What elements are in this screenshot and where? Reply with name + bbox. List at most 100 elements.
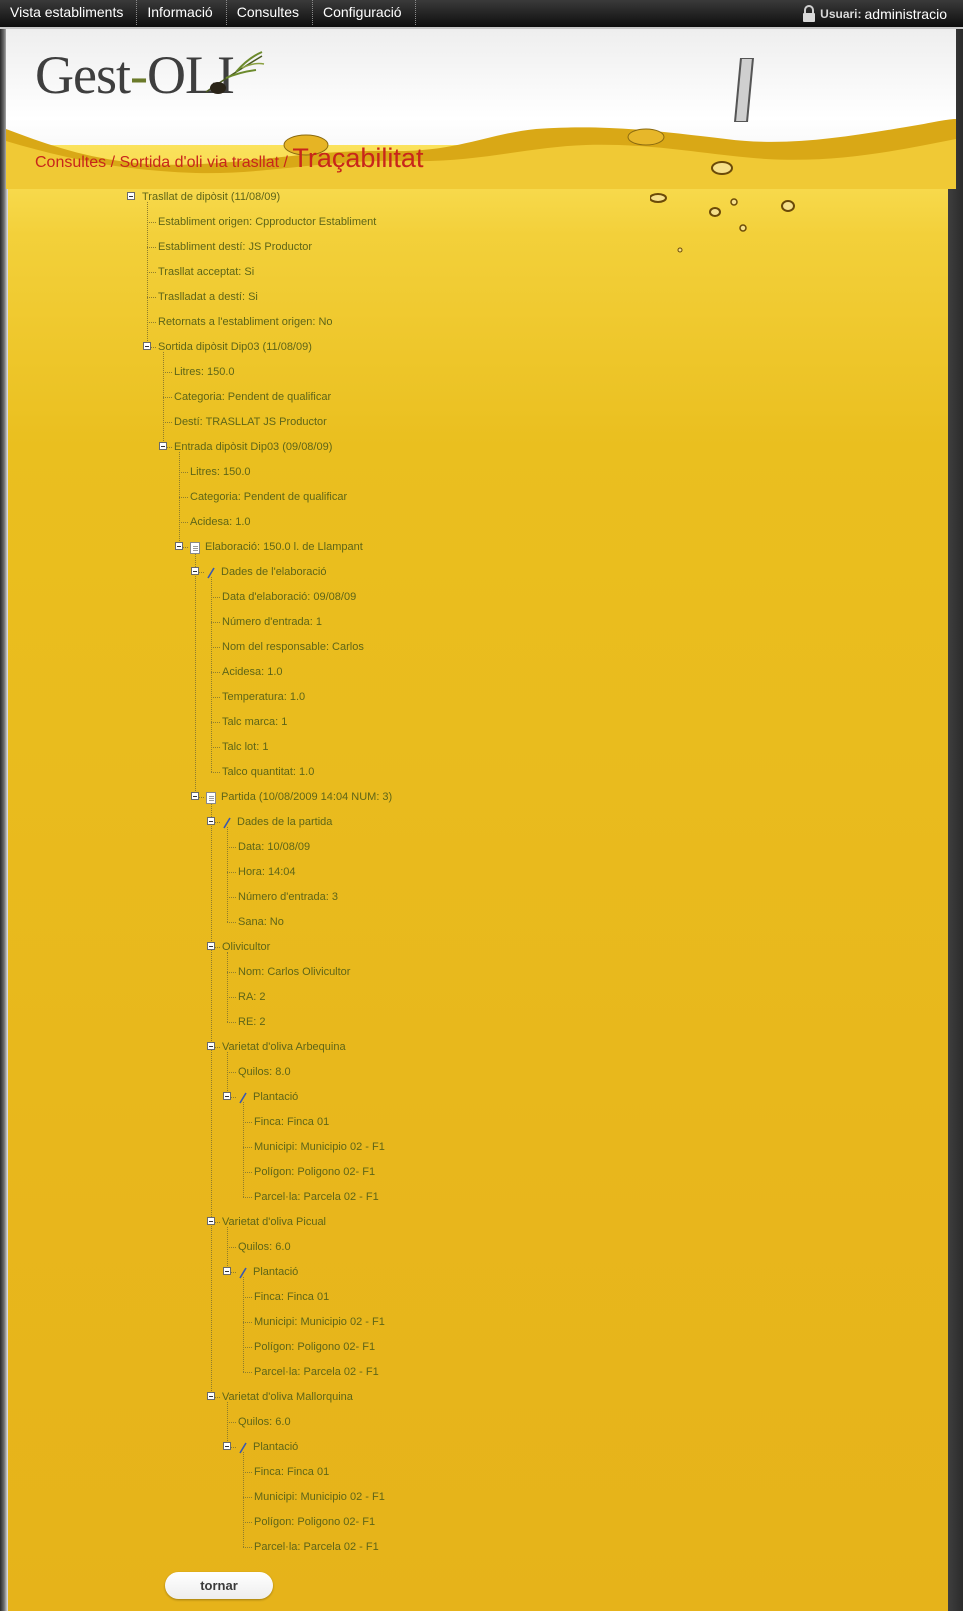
collapse-toggle-icon[interactable] <box>175 542 183 550</box>
collapse-toggle-icon[interactable] <box>223 1442 231 1450</box>
tree-branch[interactable]: Entrada dipòsit Dip03 (09/08/09) <box>174 439 332 455</box>
tree-branch[interactable]: Plantació <box>253 1264 298 1280</box>
tree-connector <box>243 1497 252 1498</box>
tree-branch[interactable]: Trasllat de dipòsit (11/08/09) <box>142 189 280 205</box>
tree-connector <box>211 697 220 698</box>
tree-leaf: Municipi: Municipio 02 - F1 <box>254 1491 385 1503</box>
breadcrumb-path[interactable]: Consultes / Sortida d'oli via trasllat / <box>35 154 288 171</box>
tree-guide <box>211 802 212 1397</box>
tree-connector <box>147 222 156 223</box>
pencil-icon <box>239 1442 247 1454</box>
collapse-toggle-icon[interactable] <box>159 442 167 450</box>
user-info: Usuari: administracio <box>801 0 947 27</box>
tree-branch[interactable]: Varietat d'oliva Picual <box>222 1214 326 1230</box>
tree-leaf: Litres: 150.0 <box>174 366 235 378</box>
tree-branch[interactable]: Dades de l'elaboració <box>221 564 326 580</box>
tree-leaf: Destí: TRASLLAT JS Productor <box>174 416 327 428</box>
tree-connector <box>243 1147 252 1148</box>
tree-leaf: Nom: Carlos Olivicultor <box>238 966 351 978</box>
tree-leaf: Sana: No <box>238 916 284 928</box>
tree-leaf: Data d'elaboració: 09/08/09 <box>222 591 357 603</box>
tree-leaf: Nom del responsable: Carlos <box>222 641 364 653</box>
collapse-toggle-icon[interactable] <box>207 1392 215 1400</box>
collapse-toggle-icon[interactable] <box>143 342 151 350</box>
menu-consultes[interactable]: Consultes <box>227 0 313 25</box>
menu-configuracio[interactable]: Configuració <box>313 0 416 25</box>
tree-connector <box>243 1472 252 1473</box>
tree-connector <box>243 1522 252 1523</box>
tree-branch[interactable]: Plantació <box>253 1089 298 1105</box>
tree-connector <box>211 722 220 723</box>
tree-connector <box>243 1197 252 1198</box>
user-name[interactable]: administracio <box>865 6 947 22</box>
tree-leaf: Trasllat acceptat: Si <box>158 266 255 278</box>
tree-guide <box>243 1452 244 1547</box>
tree-guide <box>195 552 196 797</box>
tree-branch[interactable]: Olivicultor <box>222 939 270 955</box>
tree-connector <box>147 272 156 273</box>
tree-branch[interactable]: Dades de la partida <box>237 814 332 830</box>
collapse-toggle-icon[interactable] <box>207 1217 215 1225</box>
tree-branch[interactable]: Partida (10/08/2009 14:04 NUM: 3) <box>221 789 392 805</box>
tree-leaf: Talco quantitat: 1.0 <box>222 766 315 778</box>
document-icon <box>190 542 200 554</box>
collapse-toggle-icon[interactable] <box>223 1267 231 1275</box>
tree-connector <box>227 872 236 873</box>
tree-connector <box>179 522 188 523</box>
tree-connector <box>211 622 220 623</box>
olive-branch-icon <box>205 51 265 94</box>
tree-guide <box>227 827 228 922</box>
tree-leaf: Quilos: 6.0 <box>238 1241 291 1253</box>
tree-connector <box>179 497 188 498</box>
tree-connector <box>227 1022 236 1023</box>
tree-branch[interactable]: Plantació <box>253 1439 298 1455</box>
tree-connector <box>243 1172 252 1173</box>
oil-background <box>8 145 948 1611</box>
tree-leaf: Categoria: Pendent de qualificar <box>174 391 332 403</box>
tree-connector <box>211 647 220 648</box>
tree-leaf: Finca: Finca 01 <box>254 1466 330 1478</box>
logo-dash: - <box>129 45 148 105</box>
tree-guide <box>243 1277 244 1372</box>
back-button[interactable]: tornar <box>165 1572 273 1599</box>
collapse-toggle-icon[interactable] <box>207 1042 215 1050</box>
collapse-toggle-icon[interactable] <box>223 1092 231 1100</box>
tree-connector <box>227 1422 236 1423</box>
tree-guide <box>227 1052 228 1097</box>
tree-branch[interactable]: Varietat d'oliva Arbequina <box>222 1039 346 1055</box>
collapse-toggle-icon[interactable] <box>191 567 199 575</box>
tree-leaf: Data: 10/08/09 <box>238 841 311 853</box>
pencil-icon <box>207 567 215 579</box>
tree-connector <box>243 1297 252 1298</box>
oil-bubbles <box>650 161 795 253</box>
menu-vista-establiments[interactable]: Vista establiments <box>0 0 138 25</box>
menu-informacio[interactable]: Informació <box>137 0 227 25</box>
tree-connector <box>227 897 236 898</box>
tree-connector <box>243 1122 252 1123</box>
collapse-toggle-icon[interactable] <box>127 192 135 200</box>
tree-connector <box>163 422 172 423</box>
tree-branch[interactable]: Elaboració: 150.0 l. de Llampant <box>205 539 363 555</box>
tree-guide <box>227 1402 228 1447</box>
tree-leaf: Acidesa: 1.0 <box>190 516 251 528</box>
collapse-toggle-icon[interactable] <box>207 942 215 950</box>
tree-leaf: Finca: Finca 01 <box>254 1116 330 1128</box>
tree-connector <box>147 322 156 323</box>
tree-connector <box>243 1372 252 1373</box>
breadcrumb: Consultes / Sortida d'oli via trasllat /… <box>35 143 423 174</box>
tree-connector <box>243 1347 252 1348</box>
pencil-icon <box>239 1092 247 1104</box>
tree-branch[interactable]: Sortida dipòsit Dip03 (11/08/09) <box>158 339 312 355</box>
tree-branch[interactable]: Varietat d'oliva Mallorquina <box>222 1389 353 1405</box>
tree-leaf: Temperatura: 1.0 <box>222 691 306 703</box>
tree-guide <box>227 1227 228 1272</box>
tree-connector <box>147 297 156 298</box>
tree-leaf: Litres: 150.0 <box>190 466 251 478</box>
collapse-toggle-icon[interactable] <box>207 817 215 825</box>
tree-leaf: Finca: Finca 01 <box>254 1291 330 1303</box>
tree-connector <box>179 472 188 473</box>
tree-connector <box>211 747 220 748</box>
tree-connector <box>163 372 172 373</box>
collapse-toggle-icon[interactable] <box>191 792 199 800</box>
tree-leaf: Quilos: 8.0 <box>238 1066 291 1078</box>
